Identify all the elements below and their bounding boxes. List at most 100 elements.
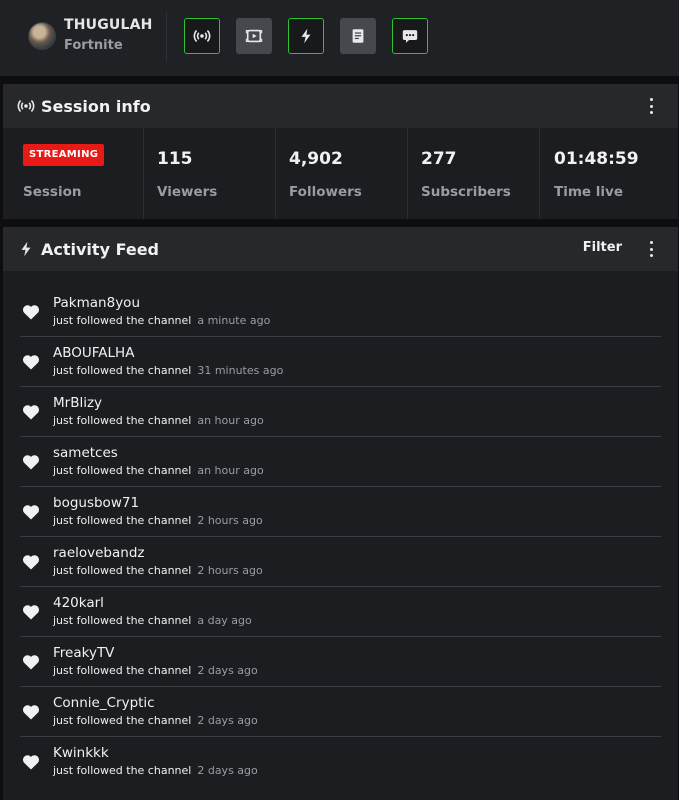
stat-label: Viewers: [157, 184, 218, 200]
session-info-header: Session info: [3, 84, 678, 128]
follow-time: a day ago: [197, 614, 252, 627]
follow-action-text: just followed the channel: [53, 464, 192, 477]
broadcast-icon: [17, 100, 35, 112]
channel-game: Fortnite: [64, 38, 123, 53]
follow-action-text: just followed the channel: [53, 714, 192, 727]
heart-icon: [22, 755, 40, 770]
follower-name[interactable]: FreakyTV: [53, 645, 114, 661]
session-info-more-icon[interactable]: [648, 98, 654, 114]
follow-time: a minute ago: [197, 314, 271, 327]
lightning-icon: [21, 241, 31, 257]
follow-description: just followed the channel 2 days ago: [53, 714, 258, 727]
follow-time: an hour ago: [197, 464, 264, 477]
top-header: THUGULAH Fortnite: [0, 0, 679, 76]
document-icon: [352, 29, 364, 43]
follow-action-text: just followed the channel: [53, 764, 192, 777]
follow-description: just followed the channel a day ago: [53, 614, 252, 627]
stat-session: STREAMING Session: [3, 128, 144, 219]
heart-icon: [22, 505, 40, 520]
stat-label: Followers: [289, 184, 362, 200]
follower-name[interactable]: raelovebandz: [53, 545, 145, 561]
follow-action-text: just followed the channel: [53, 614, 192, 627]
follower-name[interactable]: bogusbow71: [53, 495, 139, 511]
list-item[interactable]: raelovebandz just followed the channel 2 …: [20, 537, 661, 587]
stat-value: 01:48:59: [554, 149, 639, 169]
activity-feed-list: Pakman8you just followed the channel a mi…: [3, 271, 678, 787]
follower-name[interactable]: MrBlizy: [53, 395, 102, 411]
list-item[interactable]: sametces just followed the channel an hou…: [20, 437, 661, 487]
follow-time: 31 minutes ago: [197, 364, 284, 377]
follow-action-text: just followed the channel: [53, 564, 192, 577]
heart-icon: [22, 705, 40, 720]
heart-icon: [22, 305, 40, 320]
follow-description: just followed the channel 2 hours ago: [53, 514, 263, 527]
list-item[interactable]: Pakman8you just followed the channel a mi…: [20, 287, 661, 337]
follow-description: just followed the channel a minute ago: [53, 314, 270, 327]
broadcast-tool-button[interactable]: [184, 18, 220, 54]
channel-avatar[interactable]: [28, 22, 56, 50]
follow-description: just followed the channel an hour ago: [53, 414, 264, 427]
heart-icon: [22, 555, 40, 570]
follower-name[interactable]: 420karl: [53, 595, 104, 611]
broadcast-icon: [193, 30, 211, 42]
session-info-title: Session info: [41, 96, 151, 116]
follow-time: 2 hours ago: [197, 564, 263, 577]
heart-icon: [22, 355, 40, 370]
heart-icon: [22, 405, 40, 420]
follow-time: 2 days ago: [197, 664, 258, 677]
follow-time: 2 days ago: [197, 764, 258, 777]
activity-feed-more-icon[interactable]: [648, 241, 654, 257]
notes-tool-button[interactable]: [340, 18, 376, 54]
stat-value: 4,902: [289, 149, 343, 169]
stat-value: 277: [421, 149, 457, 169]
follower-name[interactable]: sametces: [53, 445, 118, 461]
activity-feed-header: Activity Feed Filter: [3, 227, 678, 271]
follow-time: 2 days ago: [197, 714, 258, 727]
header-divider: [166, 12, 167, 62]
follower-name[interactable]: Kwinkkk: [53, 745, 109, 761]
list-item[interactable]: FreakyTV just followed the channel 2 days…: [20, 637, 661, 687]
screen-capture-icon: [245, 29, 263, 43]
list-item[interactable]: Connie_Cryptic just followed the channel…: [20, 687, 661, 737]
list-item[interactable]: bogusbow71 just followed the channel 2 ho…: [20, 487, 661, 537]
stat-followers: 4,902 Followers: [276, 128, 408, 219]
chat-tool-button[interactable]: [392, 18, 428, 54]
follow-action-text: just followed the channel: [53, 414, 192, 427]
activity-feed-panel: Activity Feed Filter Pakman8you just fol…: [3, 227, 678, 800]
stat-value: 115: [157, 149, 193, 169]
channel-name: THUGULAH: [64, 17, 153, 33]
follow-description: just followed the channel 31 minutes ago: [53, 364, 283, 377]
stat-label: Session: [23, 184, 82, 200]
follower-name[interactable]: Pakman8you: [53, 295, 140, 311]
stat-time-live: 01:48:59 Time live: [540, 128, 678, 219]
lightning-icon: [301, 28, 311, 44]
stat-label: Time live: [554, 184, 623, 200]
list-item[interactable]: 420karl just followed the channel a day a…: [20, 587, 661, 637]
follow-description: just followed the channel 2 days ago: [53, 664, 258, 677]
stat-viewers: 115 Viewers: [144, 128, 276, 219]
follower-name[interactable]: ABOUFALHA: [53, 345, 134, 361]
session-stats: STREAMING Session 115 Viewers 4,902 Foll…: [3, 128, 678, 219]
follower-name[interactable]: Connie_Cryptic: [53, 695, 155, 711]
follow-action-text: just followed the channel: [53, 514, 192, 527]
follow-description: just followed the channel 2 days ago: [53, 764, 258, 777]
screen-capture-tool-button[interactable]: [236, 18, 272, 54]
activity-tool-button[interactable]: [288, 18, 324, 54]
stat-subscribers: 277 Subscribers: [408, 128, 540, 219]
stat-label: Subscribers: [421, 184, 511, 200]
follow-action-text: just followed the channel: [53, 664, 192, 677]
list-item[interactable]: ABOUFALHA just followed the channel 31 mi…: [20, 337, 661, 387]
follow-description: just followed the channel an hour ago: [53, 464, 264, 477]
list-item[interactable]: MrBlizy just followed the channel an hour…: [20, 387, 661, 437]
heart-icon: [22, 655, 40, 670]
activity-feed-title: Activity Feed: [41, 239, 159, 259]
filter-button[interactable]: Filter: [583, 240, 622, 255]
follow-action-text: just followed the channel: [53, 314, 192, 327]
follow-description: just followed the channel 2 hours ago: [53, 564, 263, 577]
heart-icon: [22, 455, 40, 470]
list-item[interactable]: Kwinkkk just followed the channel 2 days …: [20, 737, 661, 787]
follow-action-text: just followed the channel: [53, 364, 192, 377]
status-badge: STREAMING: [23, 144, 105, 166]
session-info-panel: Session info STREAMING Session 115 Viewe…: [3, 84, 678, 219]
follow-time: an hour ago: [197, 414, 264, 427]
